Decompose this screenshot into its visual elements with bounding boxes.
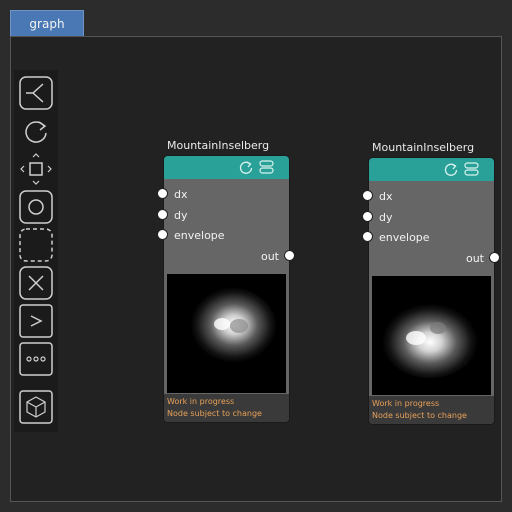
port-label: dy bbox=[379, 210, 393, 224]
input-dot-envelope[interactable] bbox=[157, 229, 168, 240]
node-header bbox=[369, 158, 494, 181]
node-title: MountainInselberg bbox=[167, 139, 270, 152]
port-label: out bbox=[465, 251, 484, 265]
node-title: MountainInselberg bbox=[372, 141, 475, 154]
reload-icon[interactable] bbox=[239, 160, 253, 174]
heightmap-preview bbox=[372, 276, 491, 395]
port-label: envelope bbox=[379, 230, 430, 244]
input-port-envelope[interactable]: envelope bbox=[164, 226, 289, 244]
move-button[interactable] bbox=[19, 152, 53, 186]
footer-line: Node subject to change bbox=[372, 411, 467, 420]
port-label: dx bbox=[379, 189, 393, 203]
input-dot-dx[interactable] bbox=[362, 190, 373, 201]
footer-line: Work in progress bbox=[372, 399, 440, 408]
split-icon bbox=[19, 76, 53, 110]
input-port-dx[interactable]: dx bbox=[369, 187, 494, 205]
output-port-out[interactable]: out bbox=[164, 247, 289, 265]
split-button[interactable] bbox=[19, 76, 53, 110]
node-body: dx dy envelope out Work in progress Node… bbox=[163, 155, 290, 423]
input-dot-dx[interactable] bbox=[157, 188, 168, 199]
refresh-icon bbox=[25, 121, 47, 143]
heightmap-image bbox=[372, 276, 491, 395]
port-label: dx bbox=[174, 187, 188, 201]
3d-view-button[interactable] bbox=[19, 390, 53, 424]
input-dot-dy[interactable] bbox=[157, 209, 168, 220]
output-dot-out[interactable] bbox=[284, 250, 295, 261]
output-port-out[interactable]: out bbox=[369, 249, 494, 267]
tab-graph[interactable]: graph bbox=[10, 10, 84, 36]
toolbar bbox=[14, 70, 58, 432]
input-port-envelope[interactable]: envelope bbox=[369, 228, 494, 246]
cube-icon bbox=[19, 390, 53, 424]
input-port-dy[interactable]: dy bbox=[164, 206, 289, 224]
more-icon bbox=[19, 342, 53, 376]
node-body: dx dy envelope out Work in progress Node… bbox=[368, 157, 495, 425]
port-label: dy bbox=[174, 208, 188, 222]
reload-icon[interactable] bbox=[444, 162, 458, 176]
toggle-icon[interactable] bbox=[464, 162, 480, 176]
node-mountain-inselberg-2[interactable]: MountainInselberg dx dy envelope out Wor… bbox=[362, 141, 500, 425]
input-dot-dy[interactable] bbox=[362, 211, 373, 222]
input-port-dx[interactable]: dx bbox=[164, 185, 289, 203]
move-icon bbox=[20, 153, 52, 185]
footer-line: Node subject to change bbox=[167, 409, 262, 418]
port-label: envelope bbox=[174, 228, 225, 242]
footer-line: Work in progress bbox=[167, 397, 235, 406]
circle-button[interactable] bbox=[19, 190, 53, 224]
select-region-button[interactable] bbox=[19, 228, 53, 262]
node-header bbox=[164, 156, 289, 179]
refresh-button[interactable] bbox=[19, 114, 53, 148]
port-label: out bbox=[260, 249, 279, 263]
circle-icon bbox=[19, 190, 53, 224]
node-mountain-inselberg-1[interactable]: MountainInselberg dx dy envelope out Wor… bbox=[157, 139, 295, 423]
select-region-icon bbox=[19, 228, 53, 262]
toggle-icon[interactable] bbox=[259, 160, 275, 174]
chevron-right-icon bbox=[19, 304, 53, 338]
output-dot-out[interactable] bbox=[489, 252, 500, 263]
more-button[interactable] bbox=[19, 342, 53, 376]
heightmap-preview bbox=[167, 274, 286, 393]
heightmap-image bbox=[167, 274, 286, 393]
close-button[interactable] bbox=[19, 266, 53, 300]
close-icon bbox=[19, 266, 53, 300]
input-dot-envelope[interactable] bbox=[362, 231, 373, 242]
input-port-dy[interactable]: dy bbox=[369, 208, 494, 226]
node-footer: Work in progress Node subject to change bbox=[164, 394, 289, 422]
tab-label: graph bbox=[29, 16, 65, 31]
node-footer: Work in progress Node subject to change bbox=[369, 396, 494, 424]
forward-button[interactable] bbox=[19, 304, 53, 338]
